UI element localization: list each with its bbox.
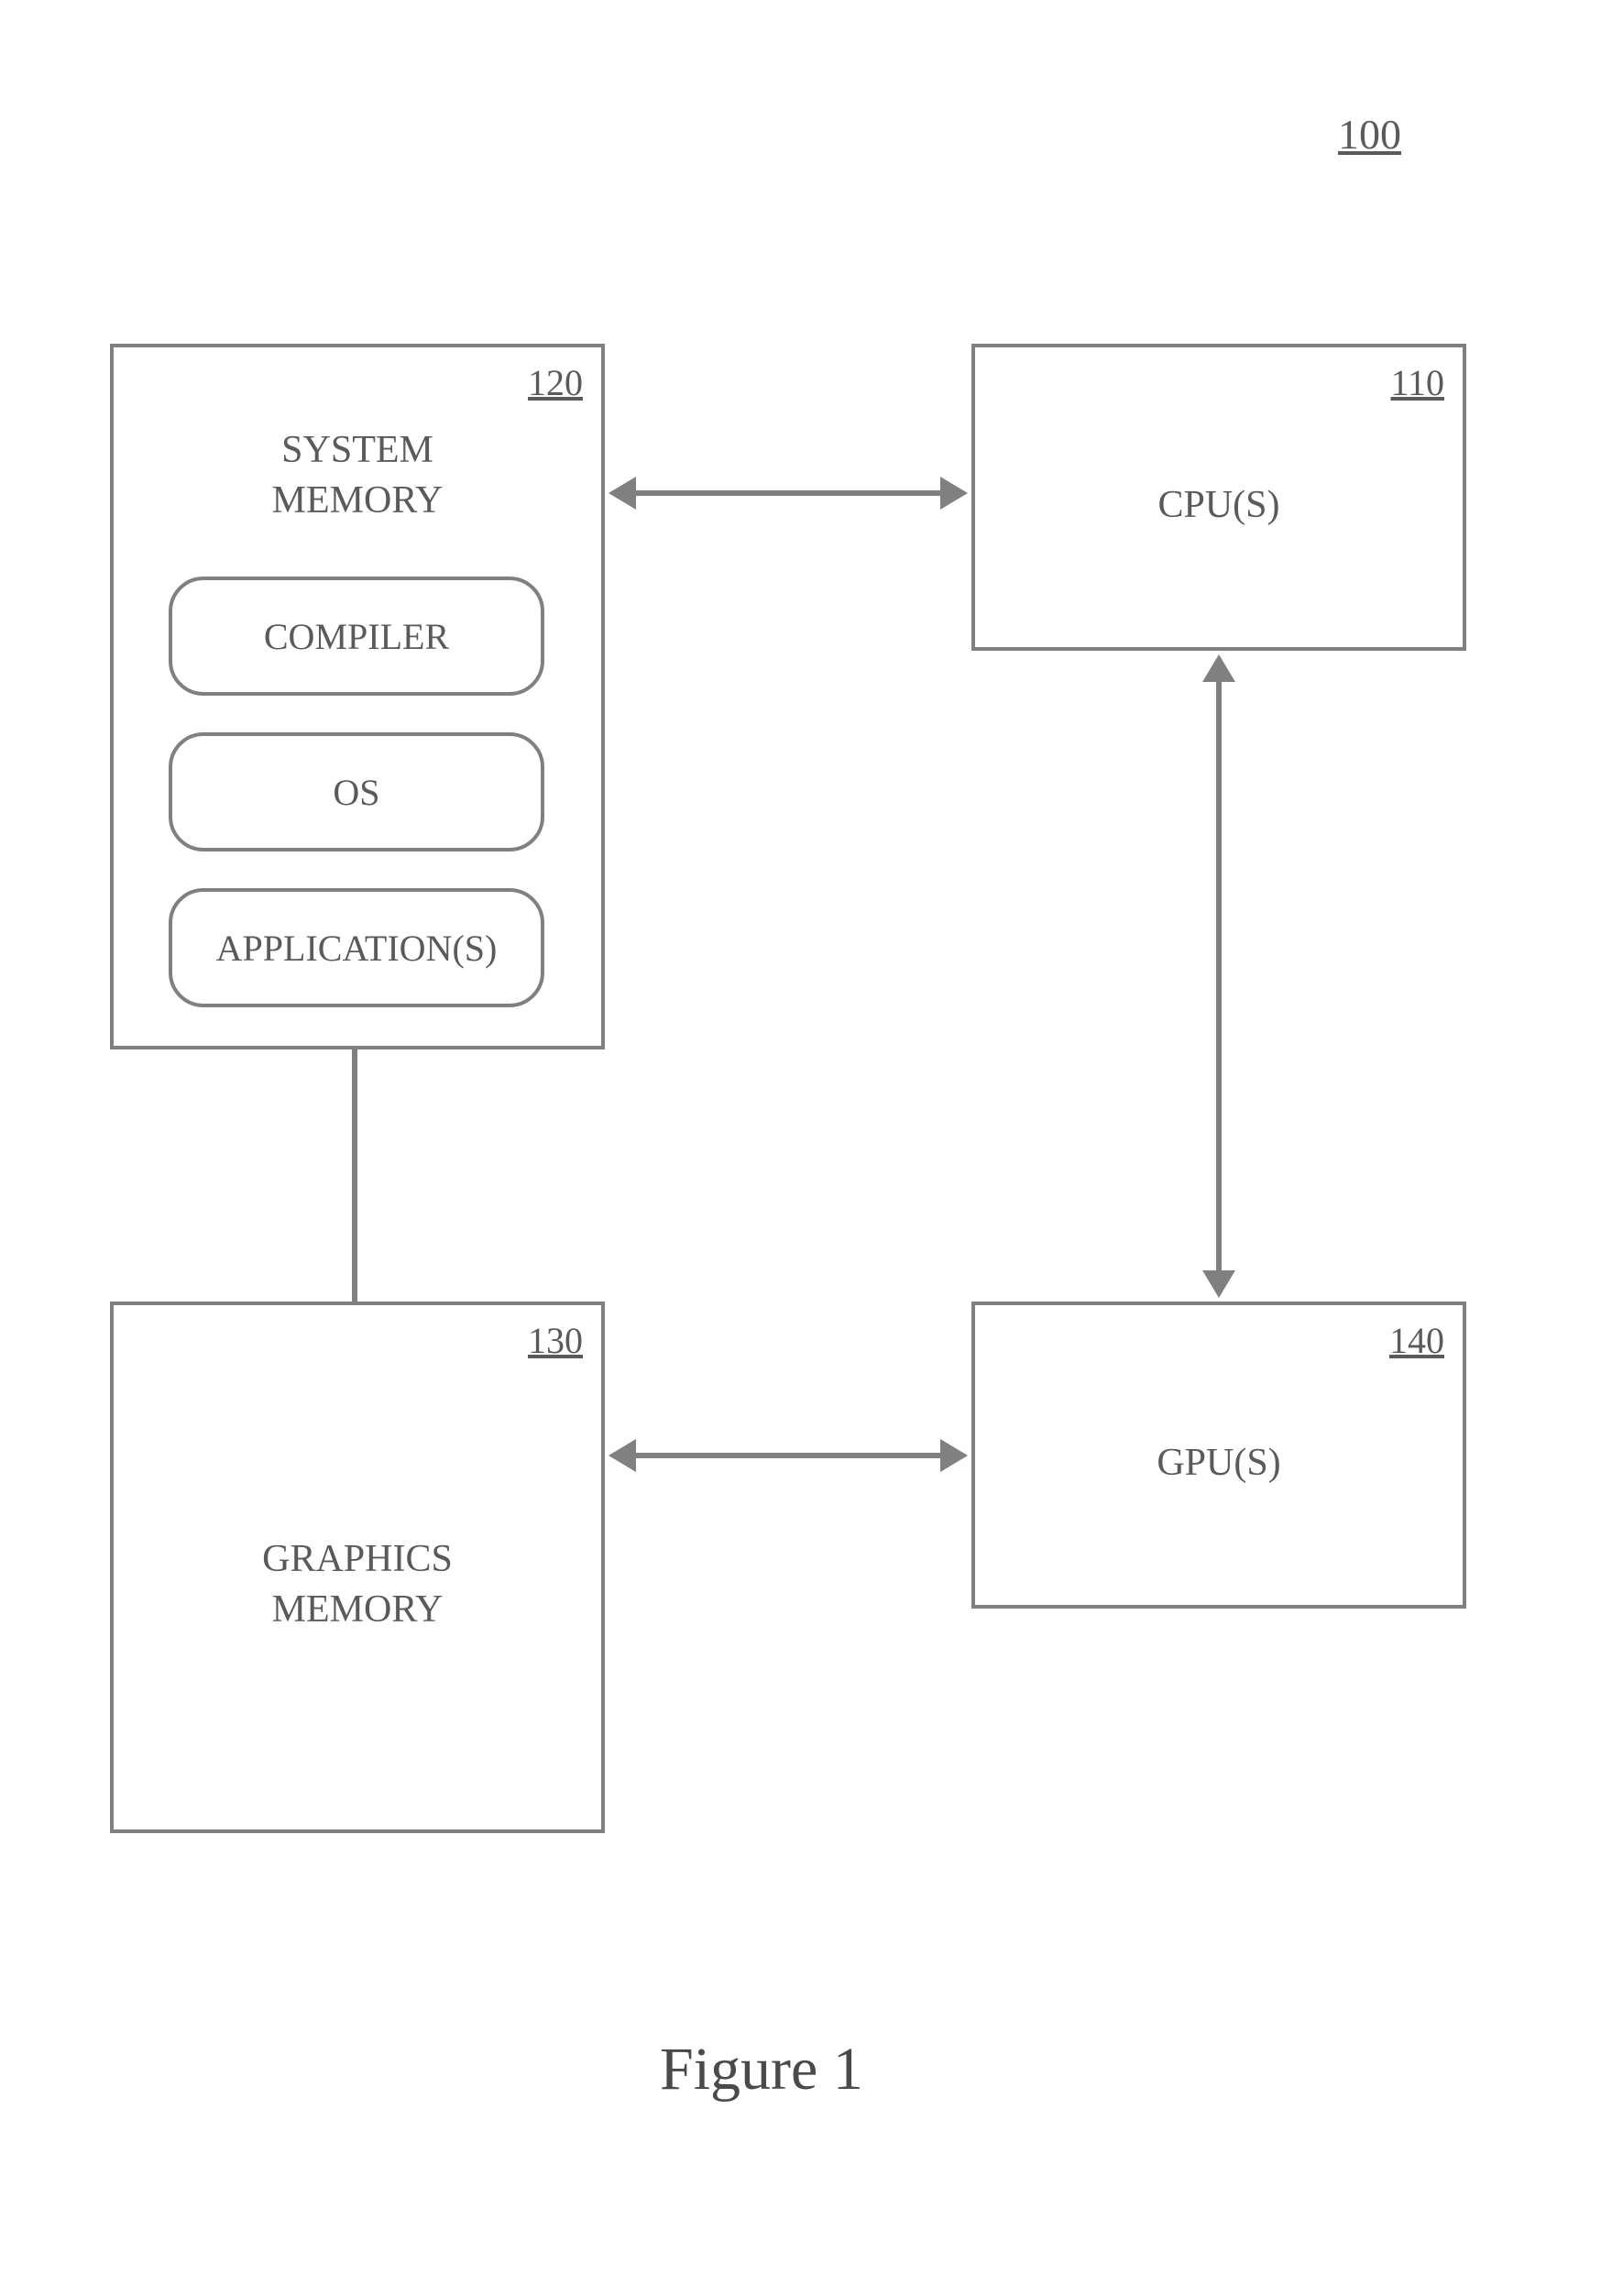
graphics-memory-ref: 130	[528, 1319, 583, 1362]
figure-reference: 100	[1338, 110, 1401, 159]
arrow-right-cpu	[940, 477, 968, 510]
figure-caption: Figure 1	[660, 2035, 863, 2104]
os-item: OS	[169, 732, 544, 851]
graphics-memory-label: GRAPHICS MEMORY	[114, 1534, 601, 1634]
compiler-label: COMPILER	[264, 615, 449, 658]
applications-label: APPLICATION(S)	[216, 927, 498, 970]
os-label: OS	[333, 771, 379, 814]
arrow-left-gfxmem	[609, 1439, 636, 1472]
connector-cpu-gpu	[1216, 676, 1222, 1276]
cpu-ref: 110	[1390, 361, 1444, 404]
graphics-memory-box: 130 GRAPHICS MEMORY	[110, 1302, 605, 1833]
system-memory-box: 120 SYSTEM MEMORY COMPILER OS APPLICATIO…	[110, 344, 605, 1049]
system-memory-ref: 120	[528, 361, 583, 404]
arrow-up-cpu	[1202, 654, 1235, 682]
gpu-ref: 140	[1389, 1319, 1444, 1362]
system-memory-label: SYSTEM MEMORY	[114, 425, 601, 525]
connector-gfxmem-gpu	[631, 1453, 946, 1458]
cpu-box: 110 CPU(S)	[971, 344, 1466, 651]
applications-item: APPLICATION(S)	[169, 888, 544, 1007]
cpu-label: CPU(S)	[975, 480, 1463, 531]
compiler-item: COMPILER	[169, 577, 544, 696]
connector-sysmem-gfxmem	[352, 1049, 357, 1302]
gpu-label: GPU(S)	[975, 1438, 1463, 1489]
arrow-left-sysmem	[609, 477, 636, 510]
connector-sysmem-cpu	[631, 490, 946, 496]
gpu-box: 140 GPU(S)	[971, 1302, 1466, 1609]
arrow-right-gpu	[940, 1439, 968, 1472]
arrow-down-gpu	[1202, 1270, 1235, 1298]
